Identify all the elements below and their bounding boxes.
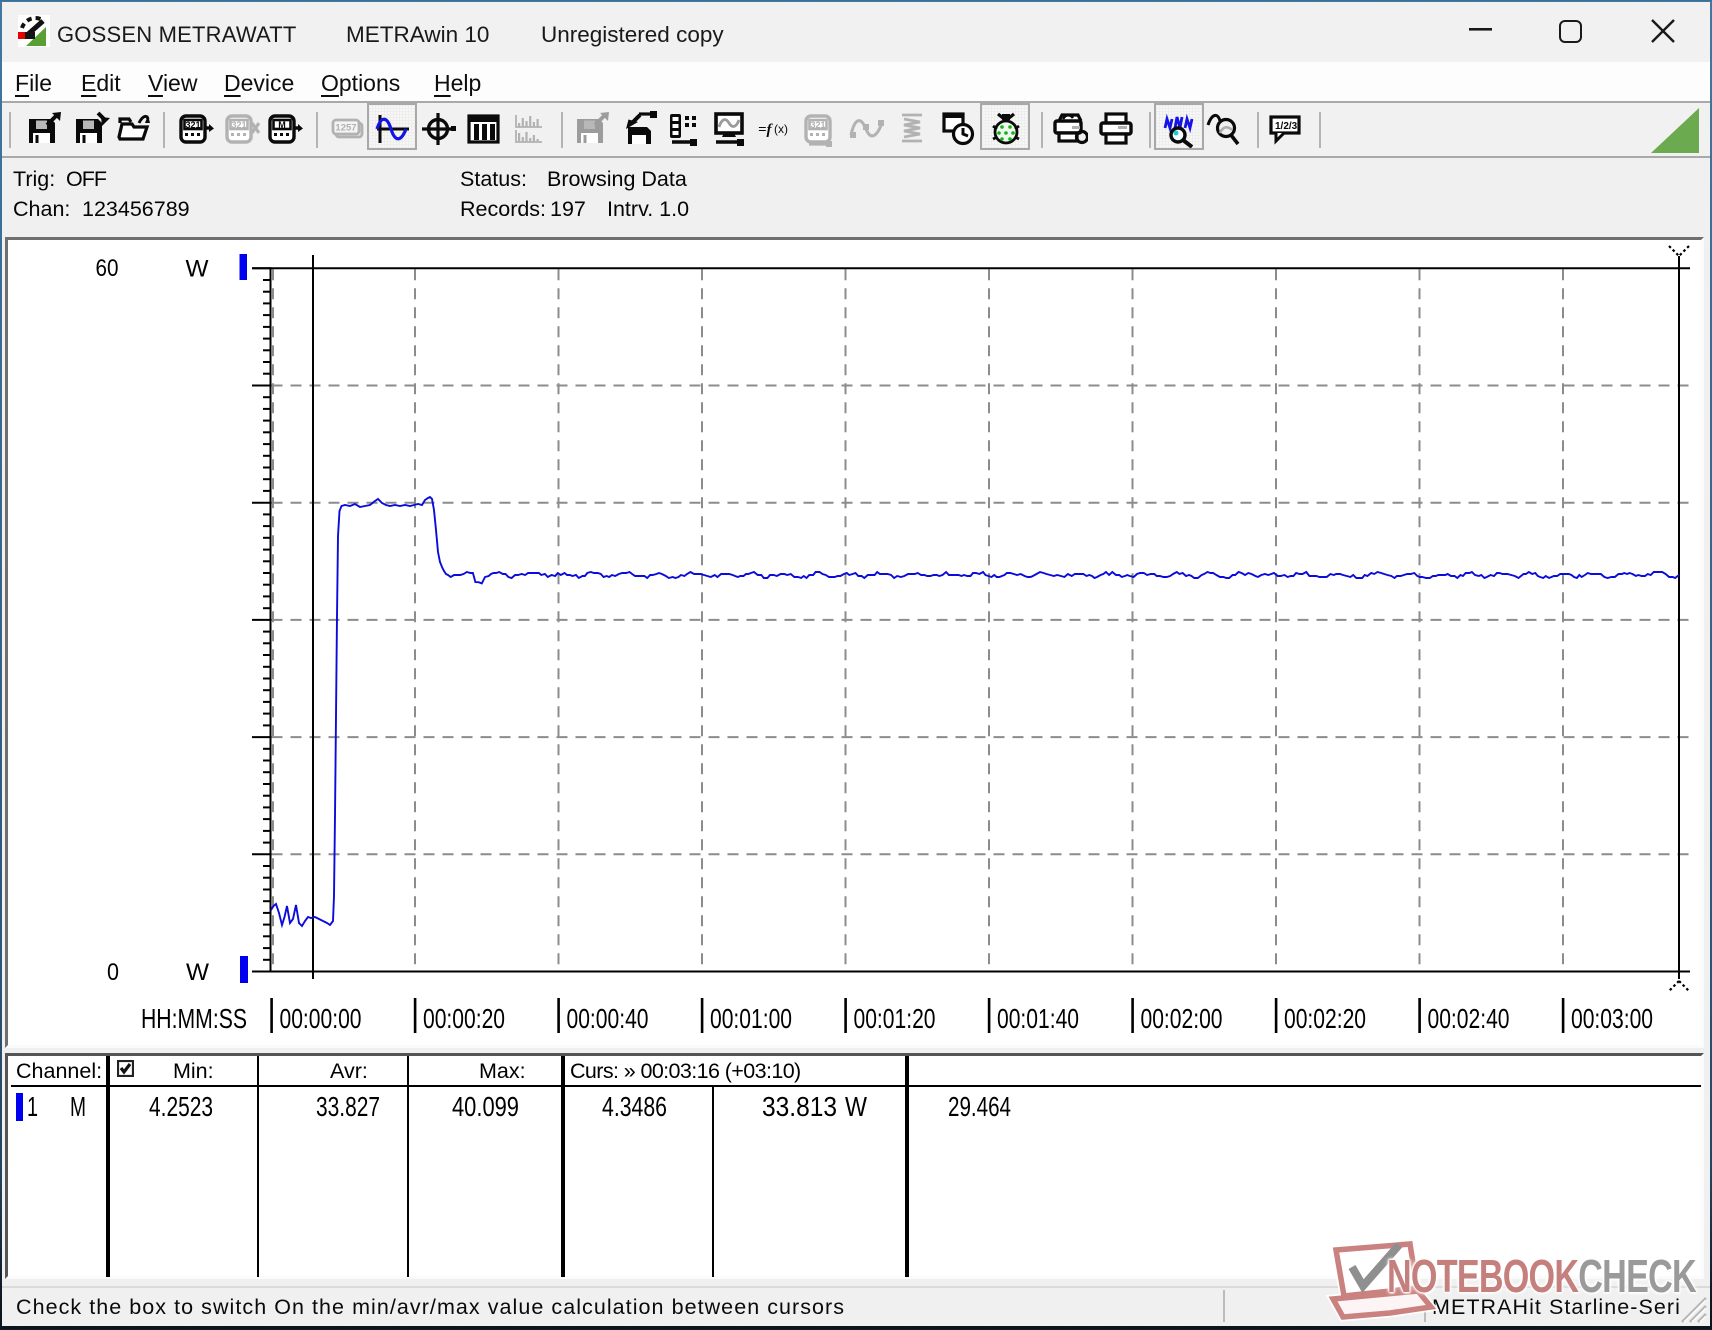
svg-text:HH:MM:SS: HH:MM:SS [141, 1003, 247, 1034]
svg-text:00:01:00: 00:01:00 [710, 1003, 792, 1034]
svg-text:321: 321 [231, 120, 246, 130]
svg-text:00:00:00: 00:00:00 [280, 1003, 362, 1034]
svg-text:W: W [186, 256, 210, 283]
svg-text:00:02:40: 00:02:40 [1428, 1003, 1510, 1034]
svg-text:00:00:20: 00:00:20 [423, 1003, 505, 1034]
svg-text:1: 1 [27, 1091, 38, 1122]
svg-text:M: M [70, 1091, 86, 1122]
svg-text:33.827: 33.827 [316, 1091, 380, 1122]
svg-text:33.813: 33.813 [762, 1091, 837, 1122]
svg-text:00:02:20: 00:02:20 [1284, 1003, 1366, 1034]
svg-text:60: 60 [96, 255, 119, 282]
svg-text:1/2/3: 1/2/3 [1275, 121, 1298, 132]
svg-text:1257: 1257 [335, 123, 356, 134]
svg-text:(x): (x) [774, 122, 788, 136]
svg-text:321: 321 [185, 120, 200, 130]
svg-text:00:01:20: 00:01:20 [854, 1003, 936, 1034]
svg-text:29.464: 29.464 [948, 1091, 1011, 1122]
svg-text:00:01:40: 00:01:40 [997, 1003, 1079, 1034]
svg-text:00:02:00: 00:02:00 [1141, 1003, 1223, 1034]
svg-text:00:03:00: 00:03:00 [1571, 1003, 1653, 1034]
svg-text:=f: =f [758, 122, 774, 138]
svg-text:40.099: 40.099 [452, 1091, 519, 1122]
svg-text:0: 0 [107, 959, 119, 986]
svg-text:321: 321 [810, 120, 825, 130]
svg-text:W: W [186, 959, 210, 986]
svg-text:4.2523: 4.2523 [149, 1091, 213, 1122]
svg-text:4.3486: 4.3486 [602, 1091, 667, 1122]
svg-text:00:00:40: 00:00:40 [567, 1003, 649, 1034]
svg-text:M: M [278, 120, 286, 130]
svg-text:W: W [845, 1091, 867, 1122]
